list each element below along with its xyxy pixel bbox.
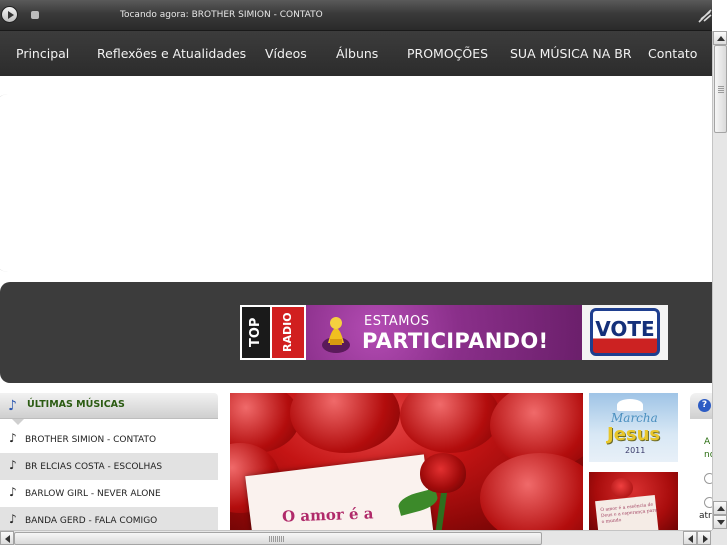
arrow-down-icon [717,520,725,525]
music-note-icon: ♪ [8,398,17,414]
poll-question-text: A [704,437,711,447]
photo-caption: O amor é a [281,504,374,526]
scroll-up-button-lower[interactable] [713,501,727,515]
scroll-down-button[interactable] [713,515,727,529]
song-item[interactable]: ♪ BARLOW GIRL - NEVER ALONE [0,480,218,507]
nav-item-sua-musica[interactable]: SUA MÚSICA NA BR [510,46,632,61]
petal-shape [480,453,583,530]
song-label[interactable]: BANDA GERD - FALA COMIGO [25,516,157,526]
horizontal-scroll-thumb[interactable] [14,532,542,545]
music-player-bar: Tocando agora: BROTHER SIMION - CONTATO [0,0,712,31]
now-playing-text: Tocando agora: BROTHER SIMION - CONTATO [120,10,323,20]
music-note-icon: ♪ [9,485,17,499]
scroll-right-button[interactable] [697,531,711,545]
song-label[interactable]: BR ELCIAS COSTA - ESCOLHAS [25,462,162,472]
thumb-year: 2011 [625,446,646,455]
scrollbar-corner [712,530,727,545]
thumb-title-line2: Jesus [607,424,661,445]
dove-icon [617,399,643,411]
browser-viewport: Tocando agora: BROTHER SIMION - CONTATO … [0,0,712,530]
petal-shape [400,393,500,453]
nav-item-principal[interactable]: Principal [16,46,69,61]
featured-rose-image[interactable]: O amor é a [230,393,583,530]
arrow-up-icon [717,506,725,511]
nav-item-contato[interactable]: Contato [648,46,697,61]
latest-songs-widget: ♪ ÚLTIMAS MÚSICAS ♪ BROTHER SIMION - CON… [0,393,218,530]
nav-item-albuns[interactable]: Álbuns [336,46,378,61]
song-item[interactable]: ♪ BANDA GERD - FALA COMIGO [0,507,218,530]
ad-headline-large: PARTICIPANDO! [362,329,549,353]
song-item[interactable]: ♪ BR ELCIAS COSTA - ESCOLHAS [0,453,218,480]
header-pointer [12,419,24,425]
thumb-title-line1: Marcha [611,411,658,425]
petal-shape [290,393,400,453]
banner-frame-edge [0,94,14,272]
marcha-jesus-thumbnail[interactable]: Marcha Jesus 2011 [589,393,678,462]
play-icon[interactable] [1,6,18,23]
vote-box: VOTE [590,308,660,356]
poll-header: ? [690,393,712,419]
nav-item-promocoes[interactable]: PROMOÇÕES [407,46,488,61]
mascot-icon [322,317,350,353]
poll-option-text: atr [699,511,712,521]
ad-band: TOP RADIO ESTAMOS PARTICIPANDO! VOTE [0,282,712,383]
top-radio-logo: TOP RADIO [240,305,306,360]
scroll-left-button-right[interactable] [683,531,697,545]
stop-icon[interactable] [31,11,39,19]
poll-widget: ? A no atr [690,393,712,530]
music-note-icon: ♪ [9,431,17,445]
grip-icon [718,86,724,94]
rose-card-thumbnail[interactable]: O amor é a essência de Deus e a esperanç… [589,472,678,530]
music-note-icon: ♪ [9,458,17,472]
song-label[interactable]: BROTHER SIMION - CONTATO [25,435,156,445]
nav-item-videos[interactable]: Vídeos [265,46,307,61]
rose-flower [420,453,466,493]
poll-option-radio[interactable] [704,497,712,508]
poll-question-text: no [704,450,712,460]
scroll-up-button[interactable] [713,31,727,45]
top-radio-vote-banner[interactable]: TOP RADIO ESTAMOS PARTICIPANDO! VOTE [240,305,668,360]
horizontal-scrollbar[interactable] [0,530,712,545]
banner-placeholder [0,76,712,282]
help-icon[interactable]: ? [698,399,711,412]
vertical-scroll-thumb[interactable] [714,45,727,133]
vertical-scrollbar[interactable] [712,31,727,530]
scroll-left-button[interactable] [0,531,14,545]
arrow-left-icon [5,535,10,543]
ad-message-panel: ESTAMOS PARTICIPANDO! [306,305,582,360]
rose-flower [611,478,633,498]
vote-text: VOTE [595,317,655,341]
arrow-right-icon [703,535,708,543]
arrow-left-icon [688,535,693,543]
logo-radio-text: RADIO [272,307,304,358]
logo-top-text: TOP [242,307,270,358]
song-item[interactable]: ♪ BROTHER SIMION - CONTATO [0,426,218,453]
music-note-icon: ♪ [9,512,17,526]
main-navigation: Principal Reflexões e Atualidades Vídeos… [0,31,712,76]
song-label[interactable]: BARLOW GIRL - NEVER ALONE [25,489,161,499]
poll-option-radio[interactable] [704,473,712,484]
grip-icon [269,536,285,542]
ad-headline-small: ESTAMOS [364,314,430,329]
volume-icon[interactable] [698,6,712,24]
arrow-up-icon [717,36,725,41]
vote-badge: VOTE [582,305,668,360]
latest-songs-title: ÚLTIMAS MÚSICAS [27,399,125,410]
nav-item-reflexoes[interactable]: Reflexões e Atualidades [97,46,246,61]
latest-songs-header: ♪ ÚLTIMAS MÚSICAS [0,393,218,425]
